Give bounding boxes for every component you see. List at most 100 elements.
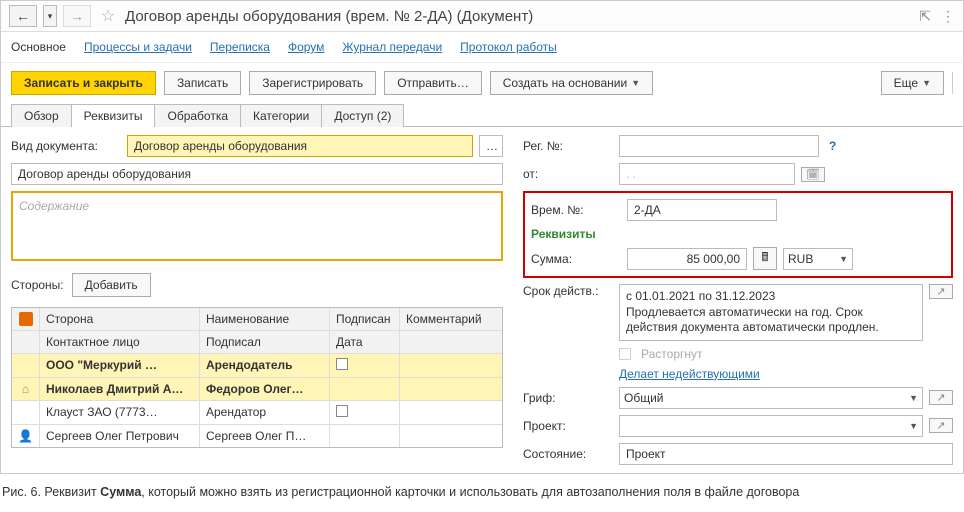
table-row[interactable]: 👤 Сергеев Олег Петрович Сергеев Олег П… xyxy=(12,425,502,447)
checkbox-icon[interactable] xyxy=(336,405,348,417)
amount-input[interactable]: 85 000,00 xyxy=(627,248,747,270)
nav-processes[interactable]: Процессы и задачи xyxy=(84,40,192,54)
doc-type-label: Вид документа: xyxy=(11,139,121,153)
state-input[interactable]: Проект xyxy=(619,443,953,465)
col-icon xyxy=(12,308,40,330)
cell-comment xyxy=(400,401,502,424)
cell-name: Сергеев Олег П… xyxy=(200,425,330,447)
requisites-section-title: Реквизиты xyxy=(531,227,945,241)
nav-work-protocol[interactable]: Протокол работы xyxy=(460,40,557,54)
window-title: Договор аренды оборудования (врем. № 2-Д… xyxy=(125,8,913,25)
col-name[interactable]: Наименование xyxy=(200,308,330,330)
house-icon: ⌂ xyxy=(19,382,33,396)
register-button[interactable]: Зарегистрировать xyxy=(249,71,376,95)
write-and-close-button[interactable]: Записать и закрыть xyxy=(11,71,156,95)
detach-icon[interactable]: ⇱ xyxy=(919,8,931,25)
calculator-icon: 🖩 xyxy=(761,248,768,269)
nav-transfer-log[interactable]: Журнал передачи xyxy=(342,40,442,54)
send-button[interactable]: Отправить… xyxy=(384,71,482,95)
project-select[interactable]: ▼ xyxy=(619,415,923,437)
favorite-button[interactable]: ☆ xyxy=(97,5,119,27)
col-date[interactable]: Дата xyxy=(330,331,400,353)
write-button[interactable]: Записать xyxy=(164,71,241,95)
row-icon: 👤 xyxy=(12,425,40,447)
tab-processing[interactable]: Обработка xyxy=(154,104,241,127)
cell-signed[interactable] xyxy=(330,354,400,377)
open-icon: ↗ xyxy=(936,391,945,404)
grif-select[interactable]: Общий ▼ xyxy=(619,387,923,409)
tab-access[interactable]: Доступ (2) xyxy=(321,104,404,127)
content-textarea[interactable]: Содержание xyxy=(11,191,503,261)
chevron-down-icon: ▼ xyxy=(631,78,640,88)
terminated-label: Расторгнут xyxy=(641,347,703,361)
open-icon: ↗ xyxy=(936,419,945,432)
separator xyxy=(952,72,953,94)
more-button[interactable]: Еще ▼ xyxy=(881,71,944,95)
cell-signed xyxy=(330,378,400,400)
grif-open-button[interactable]: ↗ xyxy=(929,390,953,405)
nav-forum[interactable]: Форум xyxy=(288,40,324,54)
tab-review[interactable]: Обзор xyxy=(11,104,72,127)
terminated-checkbox[interactable] xyxy=(619,348,631,360)
doc-type-select-button[interactable]: … xyxy=(479,135,503,157)
chevron-down-icon: ▼ xyxy=(909,421,918,431)
tab-requisites[interactable]: Реквизиты xyxy=(71,104,156,127)
project-label: Проект: xyxy=(523,419,613,433)
row-icon: ⌂ xyxy=(12,378,40,400)
caption-prefix: Рис. 6. Реквизит xyxy=(2,485,100,499)
calculator-button[interactable]: 🖩 xyxy=(753,247,777,270)
reg-no-input[interactable] xyxy=(619,135,819,157)
from-date-input[interactable]: . . xyxy=(619,163,795,185)
row-icon xyxy=(12,354,40,377)
table-row[interactable]: ⌂ Николаев Дмитрий А… Федоров Олег… xyxy=(12,378,502,401)
currency-value: RUB xyxy=(788,252,813,266)
temp-no-input[interactable]: 2-ДА xyxy=(627,199,777,221)
caption-bold: Сумма xyxy=(100,485,141,499)
table-row[interactable]: Клауст ЗАО (7773… Арендатор xyxy=(12,401,502,425)
project-open-button[interactable]: ↗ xyxy=(929,418,953,433)
col-empty xyxy=(400,331,502,353)
sides-label: Стороны: xyxy=(11,278,64,292)
from-label: от: xyxy=(523,167,613,181)
validity-open-button[interactable]: ↗ xyxy=(929,284,953,299)
col-comment[interactable]: Комментарий xyxy=(400,308,502,330)
help-icon[interactable]: ? xyxy=(825,139,840,153)
temp-no-label: Врем. №: xyxy=(531,203,621,217)
calendar-button[interactable]: 🗓 xyxy=(801,167,825,182)
nav-main[interactable]: Основное xyxy=(11,40,66,54)
col-contact[interactable]: Контактное лицо xyxy=(40,331,200,353)
doc-name-input[interactable]: Договор аренды оборудования xyxy=(11,163,503,185)
make-invalid-link[interactable]: Делает недействующими xyxy=(619,367,760,381)
back-menu-button[interactable]: ▾ xyxy=(43,5,57,27)
caption-suffix: , который можно взять из регистрационной… xyxy=(141,485,799,499)
cell-comment xyxy=(400,378,502,400)
nav-correspondence[interactable]: Переписка xyxy=(210,40,270,54)
validity-box[interactable]: с 01.01.2021 по 31.12.2023 Продлевается … xyxy=(619,284,923,341)
col-signed[interactable]: Подписан xyxy=(330,308,400,330)
col-side[interactable]: Сторона xyxy=(40,308,200,330)
forward-button[interactable]: → xyxy=(63,5,91,27)
cell-name: Арендодатель xyxy=(200,354,330,377)
validity-range: с 01.01.2021 по 31.12.2023 xyxy=(626,289,916,305)
doc-type-input[interactable]: Договор аренды оборудования xyxy=(127,135,473,157)
cell-name: Федоров Олег… xyxy=(200,378,330,400)
reg-no-label: Рег. №: xyxy=(523,139,613,153)
row-icon xyxy=(12,401,40,424)
col-signed-by[interactable]: Подписал xyxy=(200,331,330,353)
back-button[interactable]: ← xyxy=(9,5,37,27)
add-side-button[interactable]: Добавить xyxy=(72,273,151,297)
figure-caption: Рис. 6. Реквизит Сумма, который можно вз… xyxy=(0,474,964,505)
cell-comment xyxy=(400,354,502,377)
currency-select[interactable]: RUB ▼ xyxy=(783,248,853,270)
more-vertical-icon[interactable]: ⋮ xyxy=(941,8,955,25)
cell-side: Сергеев Олег Петрович xyxy=(40,425,200,447)
tab-categories[interactable]: Категории xyxy=(240,104,322,127)
cell-side: ООО "Меркурий … xyxy=(40,354,200,377)
checkbox-icon[interactable] xyxy=(336,358,348,370)
expand-icon[interactable] xyxy=(19,312,33,326)
cell-signed[interactable] xyxy=(330,401,400,424)
chevron-down-icon: ▼ xyxy=(909,393,918,403)
chevron-down-icon: ▼ xyxy=(839,254,848,264)
create-based-button[interactable]: Создать на основании ▼ xyxy=(490,71,653,95)
table-row[interactable]: ООО "Меркурий … Арендодатель xyxy=(12,354,502,378)
